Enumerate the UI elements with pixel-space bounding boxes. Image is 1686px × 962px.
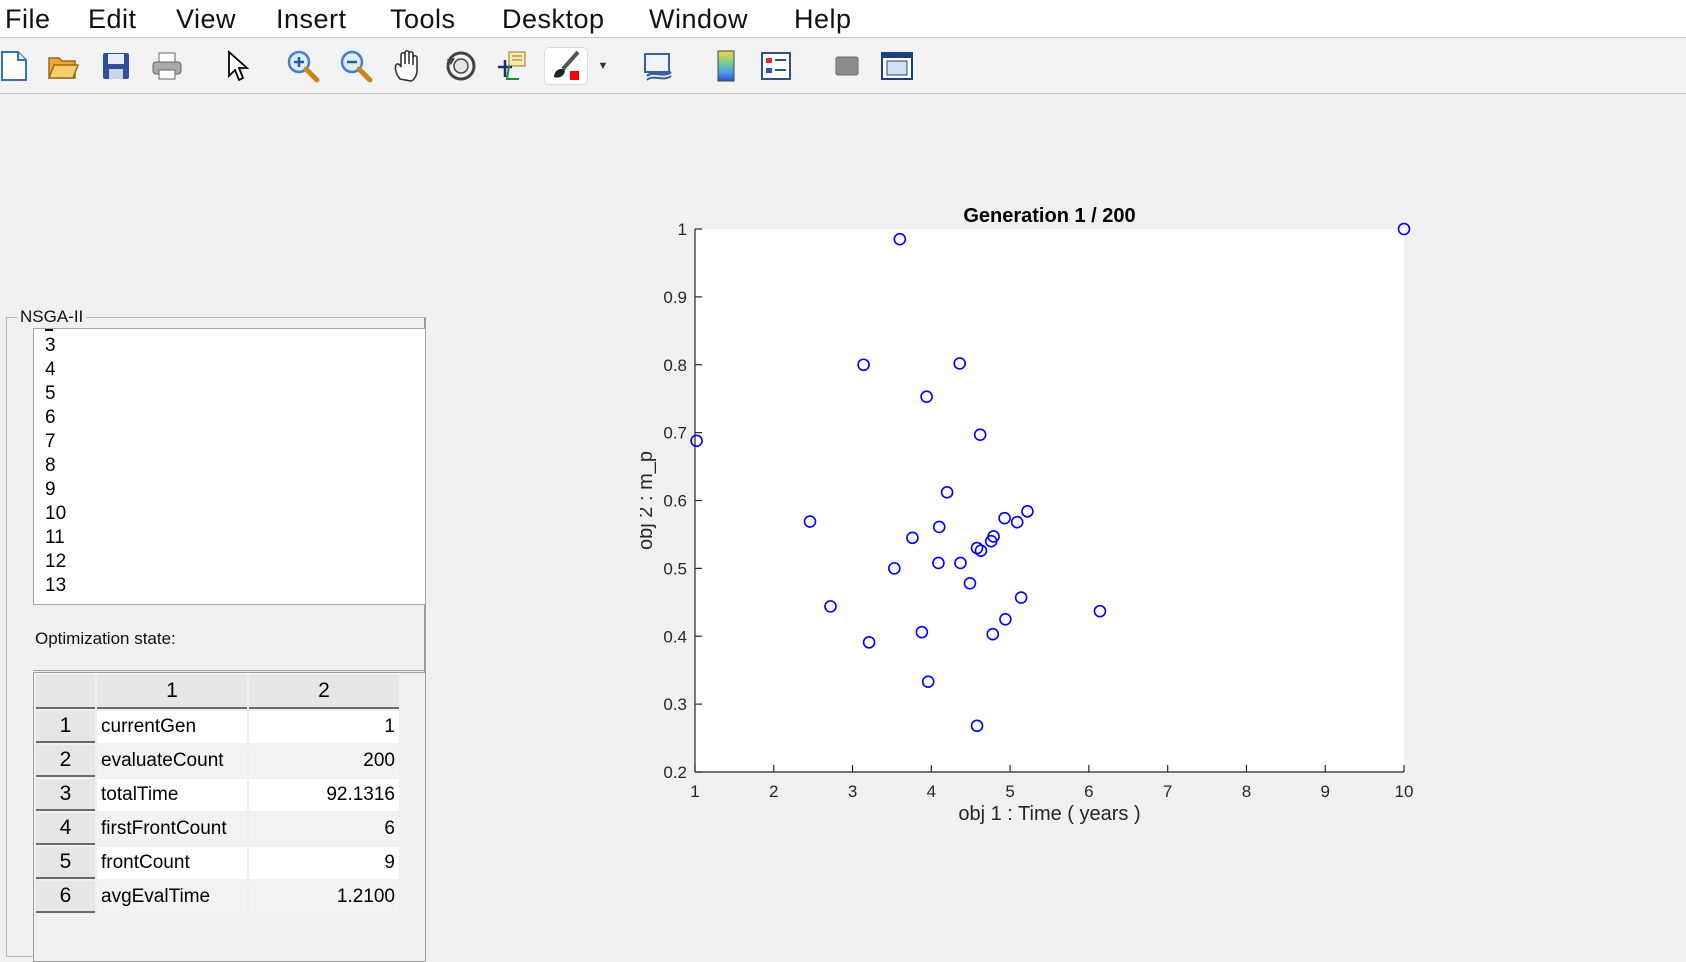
table-cell-name[interactable]: evaluateCount [97,745,247,777]
table-cell-value[interactable]: 6 [249,813,399,845]
row-header[interactable]: 5 [36,847,95,879]
show-plot-tools-icon[interactable] [879,48,915,84]
list-item[interactable]: 9 [34,478,425,502]
chart-title: Generation 1 / 200 [963,205,1135,227]
row-header[interactable]: 2 [36,745,95,777]
menu-bar: File Edit View Insert Tools Desktop Wind… [0,0,1686,38]
list-item[interactable]: 3 [34,334,425,358]
table-cell-name[interactable]: firstFrontCount [97,813,247,845]
zoom-out-icon[interactable] [338,48,374,84]
colorbar-icon[interactable] [708,48,744,84]
x-tick-label: 2 [769,782,778,801]
x-tick-label: 5 [1005,782,1014,801]
menu-tools[interactable]: Tools [390,1,456,37]
menu-window[interactable]: Window [649,1,748,37]
table-cell-value[interactable]: 92.1316 [249,779,399,811]
menu-edit[interactable]: Edit [88,1,137,37]
menu-help[interactable]: Help [794,1,852,37]
table-corner-header [36,675,95,709]
x-tick-label: 8 [1242,782,1251,801]
pan-hand-icon[interactable] [390,48,426,84]
table-cell-name[interactable]: frontCount [97,847,247,879]
row-header[interactable]: 6 [36,881,95,913]
list-item[interactable]: 13 [34,574,425,598]
list-item-partial [45,329,53,333]
y-tick-label: 0.3 [663,695,687,714]
menu-view[interactable]: View [176,1,236,37]
brush-dropdown-chevron-down-icon[interactable]: ▼ [596,48,610,84]
y-tick-label: 0.9 [663,288,687,307]
y-tick-label: 0.5 [663,559,687,578]
y-tick-label: 0.4 [663,627,687,646]
optimization-state-label: Optimization state: [35,629,176,648]
row-header[interactable]: 1 [36,711,95,743]
y-tick-label: 1 [678,220,687,239]
table-cell-name[interactable]: avgEvalTime [97,881,247,913]
x-tick-label: 6 [1084,782,1093,801]
list-item[interactable]: 10 [34,502,425,526]
table-row[interactable]: 2 evaluateCount 200 [36,745,399,777]
new-figure-icon[interactable] [0,48,32,84]
generation-listbox[interactable]: 3 4 5 6 7 8 9 10 11 12 13 [33,328,426,605]
list-item[interactable]: 11 [34,526,425,550]
column-header-1[interactable]: 1 [97,675,247,709]
divider [33,670,426,671]
list-item[interactable]: 8 [34,454,425,478]
column-header-2[interactable]: 2 [249,675,399,709]
x-tick-label: 9 [1320,782,1329,801]
list-item[interactable]: 7 [34,430,425,454]
y-axis-label: obj 2 : m_p [640,451,657,550]
x-tick-label: 3 [848,782,857,801]
scatter-chart: Generation 1 / 200 1 2 3 4 5 6 7 8 9 10 0.2 0.3 0.4 0… [640,205,1414,825]
list-item[interactable]: 5 [34,382,425,406]
row-header[interactable]: 3 [36,779,95,811]
nsga-ii-panel: NSGA-II 3 4 5 6 7 8 9 10 11 12 13 Optimization sta… [6,307,426,962]
list-item[interactable]: 4 [34,358,425,382]
x-tick-label: 10 [1395,782,1414,801]
row-header[interactable]: 4 [36,813,95,845]
y-tick-label: 0.6 [663,492,687,511]
table-cell-name[interactable]: totalTime [97,779,247,811]
table-cell-value[interactable]: 1.2100 [249,881,399,913]
panel-title: NSGA-II [17,307,87,327]
zoom-in-icon[interactable] [285,48,321,84]
x-tick-label: 7 [1163,782,1172,801]
menu-insert[interactable]: Insert [276,1,347,37]
table-row[interactable]: 3 totalTime 92.1316 [36,779,399,811]
data-cursor-icon[interactable] [494,48,530,84]
y-tick-label: 0.2 [663,763,687,782]
x-tick-label: 4 [927,782,936,801]
save-icon[interactable] [98,48,134,84]
menu-file[interactable]: File [5,1,51,37]
rotate-3d-icon[interactable] [443,48,479,84]
x-tick-label: 1 [690,782,699,801]
table-row[interactable]: 4 firstFrontCount 6 [36,813,399,845]
edit-plot-arrow-icon[interactable] [220,48,256,84]
list-item[interactable]: 6 [34,406,425,430]
table-cell-value[interactable]: 1 [249,711,399,743]
figure-toolbar: ▼ [0,38,1686,94]
brush-icon[interactable] [545,48,587,84]
table-cell-value[interactable]: 200 [249,745,399,777]
menu-desktop[interactable]: Desktop [502,1,605,37]
plot-area[interactable] [695,229,1404,772]
link-plot-icon[interactable] [640,48,676,84]
hide-plot-tools-icon[interactable] [829,48,865,84]
list-item[interactable]: 12 [34,550,425,574]
x-axis-label: obj 1 : Time ( years ) [958,803,1140,825]
y-tick-label: 0.8 [663,356,687,375]
table-cell-name[interactable]: currentGen [97,711,247,743]
legend-icon[interactable] [758,48,794,84]
table-row[interactable]: 1 currentGen 1 [36,711,399,743]
table-row[interactable]: 5 frontCount 9 [36,847,399,879]
open-file-icon[interactable] [45,48,81,84]
table-cell-value[interactable]: 9 [249,847,399,879]
optimization-state-table[interactable]: 1 2 1 currentGen 1 2 evaluateCount 200 3 totalT… [33,672,426,962]
y-tick-label: 0.7 [663,424,687,443]
table-row[interactable]: 6 avgEvalTime 1.2100 [36,881,399,913]
print-icon[interactable] [149,48,185,84]
